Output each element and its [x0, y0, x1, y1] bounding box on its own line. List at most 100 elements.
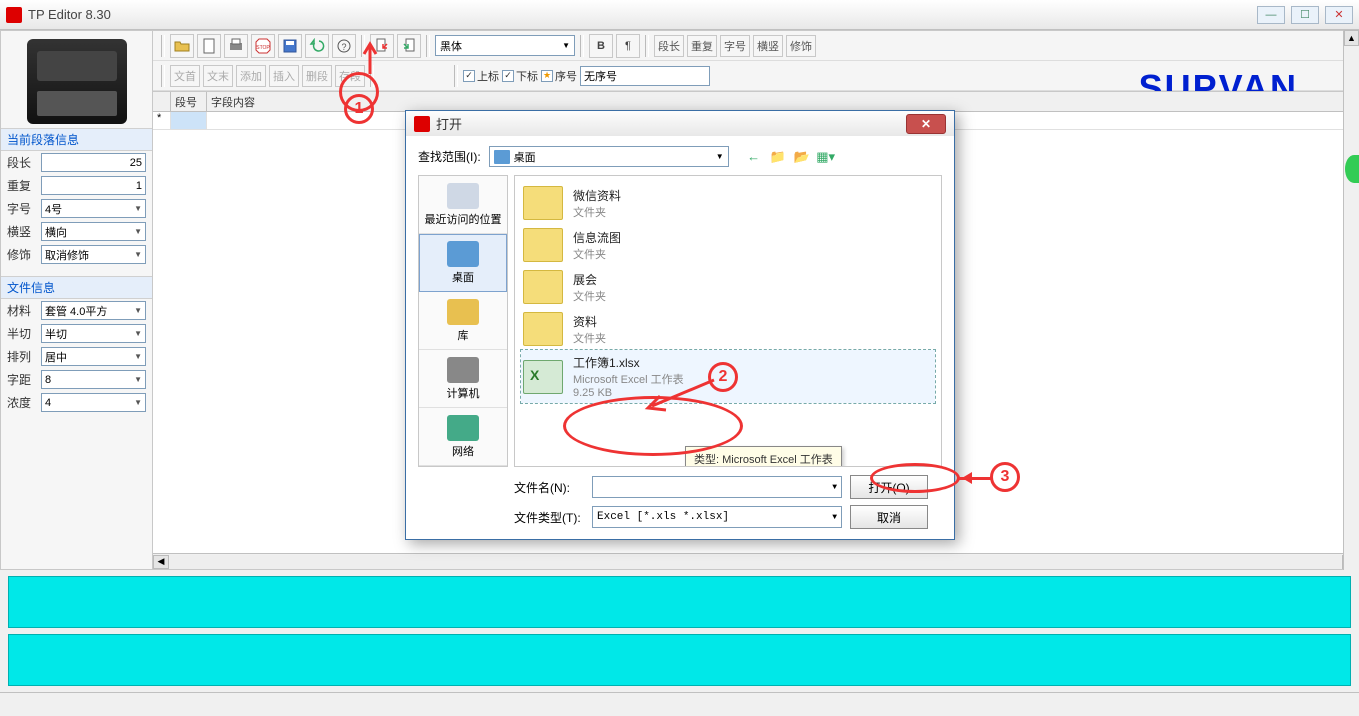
- save-icon[interactable]: [278, 34, 302, 58]
- chk-serial[interactable]: ★序号: [541, 68, 577, 84]
- serial-input[interactable]: 无序号: [580, 66, 710, 86]
- filetype-label: 文件类型(T):: [514, 509, 584, 526]
- open-dialog: 打开 ✕ 查找范围(I): 桌面 ← 📁 📂 ▦▾ 最近访问的位置 桌面 库 计…: [405, 110, 955, 540]
- print-icon[interactable]: [224, 34, 248, 58]
- file-item[interactable]: 微信资料文件夹: [521, 182, 935, 224]
- preview-bar-1: [8, 576, 1351, 628]
- folder-icon: [523, 312, 563, 346]
- undo-icon[interactable]: [305, 34, 329, 58]
- dialog-body: 查找范围(I): 桌面 ← 📁 📂 ▦▾ 最近访问的位置 桌面 库 计算机 网络…: [406, 136, 954, 539]
- place-computer[interactable]: 计算机: [419, 350, 507, 408]
- file-list[interactable]: 微信资料文件夹 信息流图文件夹 展会文件夹 资料文件夹 工作簿1.xlsxMic…: [514, 175, 942, 467]
- viewmode-icon[interactable]: ▦▾: [817, 148, 835, 166]
- select-spacing[interactable]: 8: [41, 370, 146, 389]
- left-panel: 当前段落信息 段长25 重复1 字号4号 横竖横向 修饰取消修饰 文件信息 材料…: [1, 31, 153, 569]
- dialog-titlebar: 打开 ✕: [406, 111, 954, 136]
- cell-seg[interactable]: [171, 112, 207, 130]
- printer-image: [27, 39, 127, 124]
- select-density[interactable]: 4: [41, 393, 146, 412]
- preview-area: [0, 576, 1359, 686]
- btn-last[interactable]: 文末: [203, 65, 233, 87]
- preview-bar-2: [8, 634, 1351, 686]
- dialog-nav-icons: ← 📁 📂 ▦▾: [745, 148, 835, 166]
- chk-lower[interactable]: ✓下标: [502, 68, 538, 84]
- open-icon[interactable]: [170, 34, 194, 58]
- app-icon: [6, 7, 22, 23]
- lbl-orient: 横竖: [7, 223, 37, 240]
- stop-icon[interactable]: STOP: [251, 34, 275, 58]
- paragraph-button[interactable]: ¶: [616, 34, 640, 58]
- annotation-number-1: 1: [344, 94, 374, 124]
- btn-fontsize[interactable]: 字号: [720, 35, 750, 57]
- lookin-select[interactable]: 桌面: [489, 146, 729, 167]
- dialog-bottom: 文件名(N): 打开(O) 文件类型(T): Excel [*.xls *.xl…: [418, 467, 942, 539]
- btn-delseg[interactable]: 删段: [302, 65, 332, 87]
- close-button[interactable]: ✕: [1325, 6, 1353, 24]
- grid-header-blank: [153, 92, 171, 111]
- minimize-button[interactable]: —: [1257, 6, 1285, 24]
- lookin-label: 查找范围(I):: [418, 148, 481, 165]
- select-halfcut[interactable]: 半切: [41, 324, 146, 343]
- btn-decor[interactable]: 修饰: [786, 35, 816, 57]
- filename-label: 文件名(N):: [514, 479, 584, 496]
- file-item[interactable]: 信息流图文件夹: [521, 224, 935, 266]
- new-icon[interactable]: [197, 34, 221, 58]
- filename-input[interactable]: [592, 476, 842, 498]
- scroll-up-icon[interactable]: ▲: [1344, 30, 1359, 46]
- cancel-button[interactable]: 取消: [850, 505, 928, 529]
- select-decor[interactable]: 取消修饰: [41, 245, 146, 264]
- export-icon[interactable]: [397, 34, 421, 58]
- btn-orient[interactable]: 横竖: [753, 35, 783, 57]
- btn-repeat[interactable]: 重复: [687, 35, 717, 57]
- dialog-close-button[interactable]: ✕: [906, 114, 946, 134]
- input-seglen[interactable]: 25: [41, 153, 146, 172]
- lbl-repeat: 重复: [7, 177, 37, 194]
- btn-add[interactable]: 添加: [236, 65, 266, 87]
- select-align[interactable]: 居中: [41, 347, 146, 366]
- chk-upper[interactable]: ✓上标: [463, 68, 499, 84]
- place-libraries[interactable]: 库: [419, 292, 507, 350]
- help-icon[interactable]: ?: [332, 34, 356, 58]
- lbl-seglen: 段长: [7, 154, 37, 171]
- edge-badge: [1345, 155, 1359, 183]
- lbl-align: 排列: [7, 348, 37, 365]
- folder-icon: [523, 186, 563, 220]
- open-button[interactable]: 打开(O): [850, 475, 928, 499]
- place-network[interactable]: 网络: [419, 408, 507, 466]
- select-fontsize[interactable]: 4号: [41, 199, 146, 218]
- annotation-number-2: 2: [708, 362, 738, 392]
- section-current-para: 当前段落信息: [1, 128, 152, 151]
- select-material[interactable]: 套管 4.0平方: [41, 301, 146, 320]
- btn-first[interactable]: 文首: [170, 65, 200, 87]
- bold-button[interactable]: B: [589, 34, 613, 58]
- btn-seglen[interactable]: 段长: [654, 35, 684, 57]
- newfolder-icon[interactable]: 📂: [793, 148, 811, 166]
- scroll-left-icon[interactable]: ◀: [153, 555, 169, 569]
- bottom-scrollbar[interactable]: [0, 692, 1359, 708]
- btn-insert[interactable]: 插入: [269, 65, 299, 87]
- folder-icon: [523, 270, 563, 304]
- dialog-top-row: 查找范围(I): 桌面 ← 📁 📂 ▦▾: [418, 146, 942, 167]
- dialog-app-icon: [414, 116, 430, 132]
- title-bar: TP Editor 8.30 — ☐ ✕: [0, 0, 1359, 30]
- window-buttons: — ☐ ✕: [1257, 6, 1353, 24]
- back-icon[interactable]: ←: [745, 148, 763, 166]
- file-item[interactable]: 资料文件夹: [521, 308, 935, 350]
- file-item[interactable]: 展会文件夹: [521, 266, 935, 308]
- select-orient[interactable]: 横向: [41, 222, 146, 241]
- app-title: TP Editor 8.30: [28, 7, 111, 22]
- dialog-title: 打开: [436, 114, 900, 133]
- row-marker: *: [153, 112, 171, 130]
- font-select[interactable]: 黑体: [435, 35, 575, 56]
- svg-text:?: ?: [341, 42, 346, 52]
- svg-text:STOP: STOP: [256, 45, 270, 51]
- maximize-button[interactable]: ☐: [1291, 6, 1319, 24]
- vertical-scrollbar[interactable]: ▲: [1343, 30, 1359, 570]
- file-tooltip: 类型: Microsoft Excel 工作表 大小: 9.25 KB 修改日期…: [685, 446, 842, 467]
- horizontal-scrollbar[interactable]: ◀ ▶: [153, 553, 1358, 569]
- place-recent[interactable]: 最近访问的位置: [419, 176, 507, 234]
- place-desktop[interactable]: 桌面: [419, 234, 507, 292]
- input-repeat[interactable]: 1: [41, 176, 146, 195]
- filetype-select[interactable]: Excel [*.xls *.xlsx]: [592, 506, 842, 528]
- up-icon[interactable]: 📁: [769, 148, 787, 166]
